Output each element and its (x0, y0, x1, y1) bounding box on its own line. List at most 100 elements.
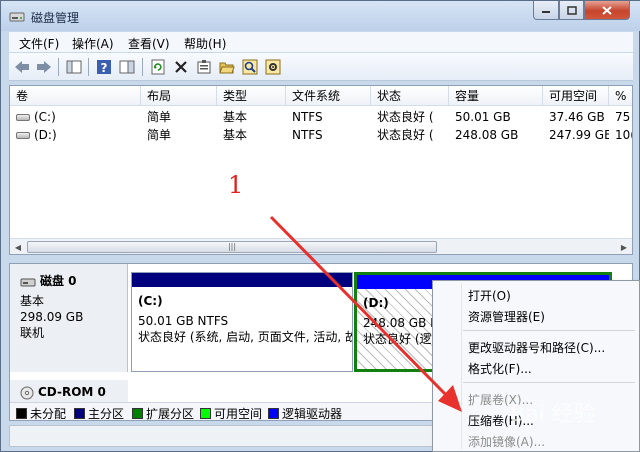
legend-swatch (132, 408, 143, 419)
svg-text:?: ? (101, 61, 108, 75)
volume-layout: 简单 (147, 128, 172, 142)
properties-view-button[interactable] (118, 58, 136, 76)
settings-button[interactable] (264, 58, 282, 76)
close-button[interactable] (584, 1, 630, 20)
menu-help[interactable]: 帮助(H) (184, 35, 226, 52)
partition-c[interactable]: (C:) 50.01 GB NTFS 状态良好 (系统, 启动, 页面文件, 活… (131, 272, 353, 372)
volume-list[interactable]: 卷 布局 类型 文件系统 状态 容量 可用空间 % (C:) 简单 基本 NTF… (9, 85, 633, 255)
console-tree-button[interactable] (65, 58, 83, 76)
maximize-icon (566, 5, 577, 15)
column-header-capacity[interactable]: 容量 (449, 86, 543, 106)
volume-status: 状态良好 ( (377, 128, 434, 142)
legend-free-space: 可用空间 (200, 405, 262, 420)
disk-type: 基本 (20, 294, 45, 308)
cdrom-name: CD-ROM 0 (38, 385, 106, 399)
legend-primary-partition: 主分区 (74, 405, 124, 420)
disk-size: 298.09 GB (20, 310, 84, 324)
column-header-free-space[interactable]: 可用空间 (543, 86, 609, 106)
table-row[interactable]: (D:) 简单 基本 NTFS 状态良好 ( 248.08 GB 247.99 … (10, 126, 633, 144)
search-button[interactable] (241, 58, 259, 76)
magnifier-icon (242, 59, 258, 75)
menu-file[interactable]: 文件(F) (19, 35, 59, 52)
scroll-right-icon[interactable]: ▶ (618, 241, 630, 253)
primary-partition-bar (132, 273, 352, 287)
disk-0-label[interactable]: 磁盘 0 基本 298.09 GB 联机 (10, 264, 128, 372)
help-icon: ? (97, 60, 111, 75)
column-header-type[interactable]: 类型 (217, 86, 286, 106)
scrollbar-thumb[interactable]: ||| (27, 241, 437, 253)
watermark: Bai 经验 (510, 402, 596, 427)
table-row[interactable]: (C:) 简单 基本 NTFS 状态良好 ( 50.01 GB 37.46 GB… (10, 108, 632, 126)
legend-unallocated: 未分配 (16, 405, 66, 420)
volume-name: (C:) (34, 110, 56, 124)
volume-filesystem: NTFS (292, 110, 323, 124)
annotation-step-number: 1 (228, 171, 244, 199)
disk-management-icon (9, 12, 25, 22)
volume-type: 基本 (223, 110, 248, 124)
menu-item-open[interactable]: 打开(O) (468, 287, 511, 304)
disk-status: 联机 (20, 326, 45, 340)
drive-icon (16, 132, 30, 139)
delete-button[interactable] (172, 58, 190, 76)
maximize-button[interactable] (559, 1, 584, 20)
column-header-percent-free[interactable]: % (609, 86, 632, 106)
volume-free-space: 247.99 GB (549, 128, 609, 142)
refresh-button[interactable] (149, 58, 167, 76)
properties-view-icon (119, 60, 135, 74)
toolbar: ? (9, 53, 633, 81)
legend-swatch (200, 408, 211, 419)
legend-swatch (16, 408, 27, 419)
minimize-icon (542, 11, 550, 13)
menu-action[interactable]: 操作(A) (72, 35, 114, 52)
column-header-status[interactable]: 状态 (371, 86, 449, 106)
console-tree-icon (66, 60, 82, 74)
window-title: 磁盘管理 (31, 11, 80, 25)
volume-capacity: 248.08 GB (455, 128, 519, 142)
volume-type: 基本 (223, 128, 248, 142)
legend-extended-partition: 扩展分区 (132, 405, 194, 420)
volume-layout: 简单 (147, 110, 172, 124)
volume-percent-free: 75 (615, 110, 631, 124)
help-button[interactable]: ? (95, 58, 113, 76)
volume-percent-free: 10( (615, 128, 633, 142)
volume-capacity: 50.01 GB (455, 110, 511, 124)
scroll-left-icon[interactable]: ◀ (12, 241, 24, 253)
cdrom-0-label[interactable]: CD-ROM 0 (10, 380, 128, 402)
column-header-filesystem[interactable]: 文件系统 (286, 86, 371, 106)
title-bar: 磁盘管理 (1, 1, 640, 31)
menu-item-explorer[interactable]: 资源管理器(E) (468, 308, 545, 325)
partition-c-name: (C:) (138, 294, 163, 308)
disk-name: 磁盘 0 (40, 274, 77, 288)
properties-button[interactable] (195, 58, 213, 76)
column-header-volume[interactable]: 卷 (10, 86, 141, 106)
back-arrow-icon (15, 61, 29, 73)
disk-icon (20, 278, 36, 286)
volume-list-header: 卷 布局 类型 文件系统 状态 容量 可用空间 % (10, 86, 632, 106)
menu-item-change-drive-letter[interactable]: 更改驱动器号和路径(C)... (468, 339, 605, 356)
legend-swatch (74, 408, 85, 419)
minimize-button[interactable] (533, 1, 559, 20)
legend-swatch (268, 408, 279, 419)
open-folder-icon (219, 62, 235, 74)
menu-item-add-mirror: 添加镜像(A)... (468, 435, 546, 449)
partition-c-size: 50.01 GB NTFS (138, 314, 229, 328)
volume-free-space: 37.46 GB (549, 110, 605, 124)
menu-view[interactable]: 查看(V) (128, 35, 170, 52)
horizontal-scrollbar[interactable]: ◀ ||| ▶ (10, 238, 632, 254)
drive-icon (16, 114, 30, 121)
column-header-layout[interactable]: 布局 (141, 86, 217, 106)
back-button[interactable] (13, 58, 31, 76)
close-icon (602, 5, 612, 15)
properties-icon (197, 60, 211, 74)
volume-status: 状态良好 ( (377, 110, 434, 124)
forward-button[interactable] (35, 58, 53, 76)
refresh-icon (151, 59, 165, 75)
delete-icon (175, 61, 187, 73)
menu-bar: 文件(F) 操作(A) 查看(V) 帮助(H) (9, 32, 633, 52)
legend-logical-drive: 逻辑驱动器 (268, 405, 342, 420)
settings-icon (265, 59, 281, 75)
volume-filesystem: NTFS (292, 128, 323, 142)
menu-item-format[interactable]: 格式化(F)... (468, 360, 532, 377)
open-folder-button[interactable] (218, 58, 236, 76)
cdrom-icon (20, 386, 34, 399)
